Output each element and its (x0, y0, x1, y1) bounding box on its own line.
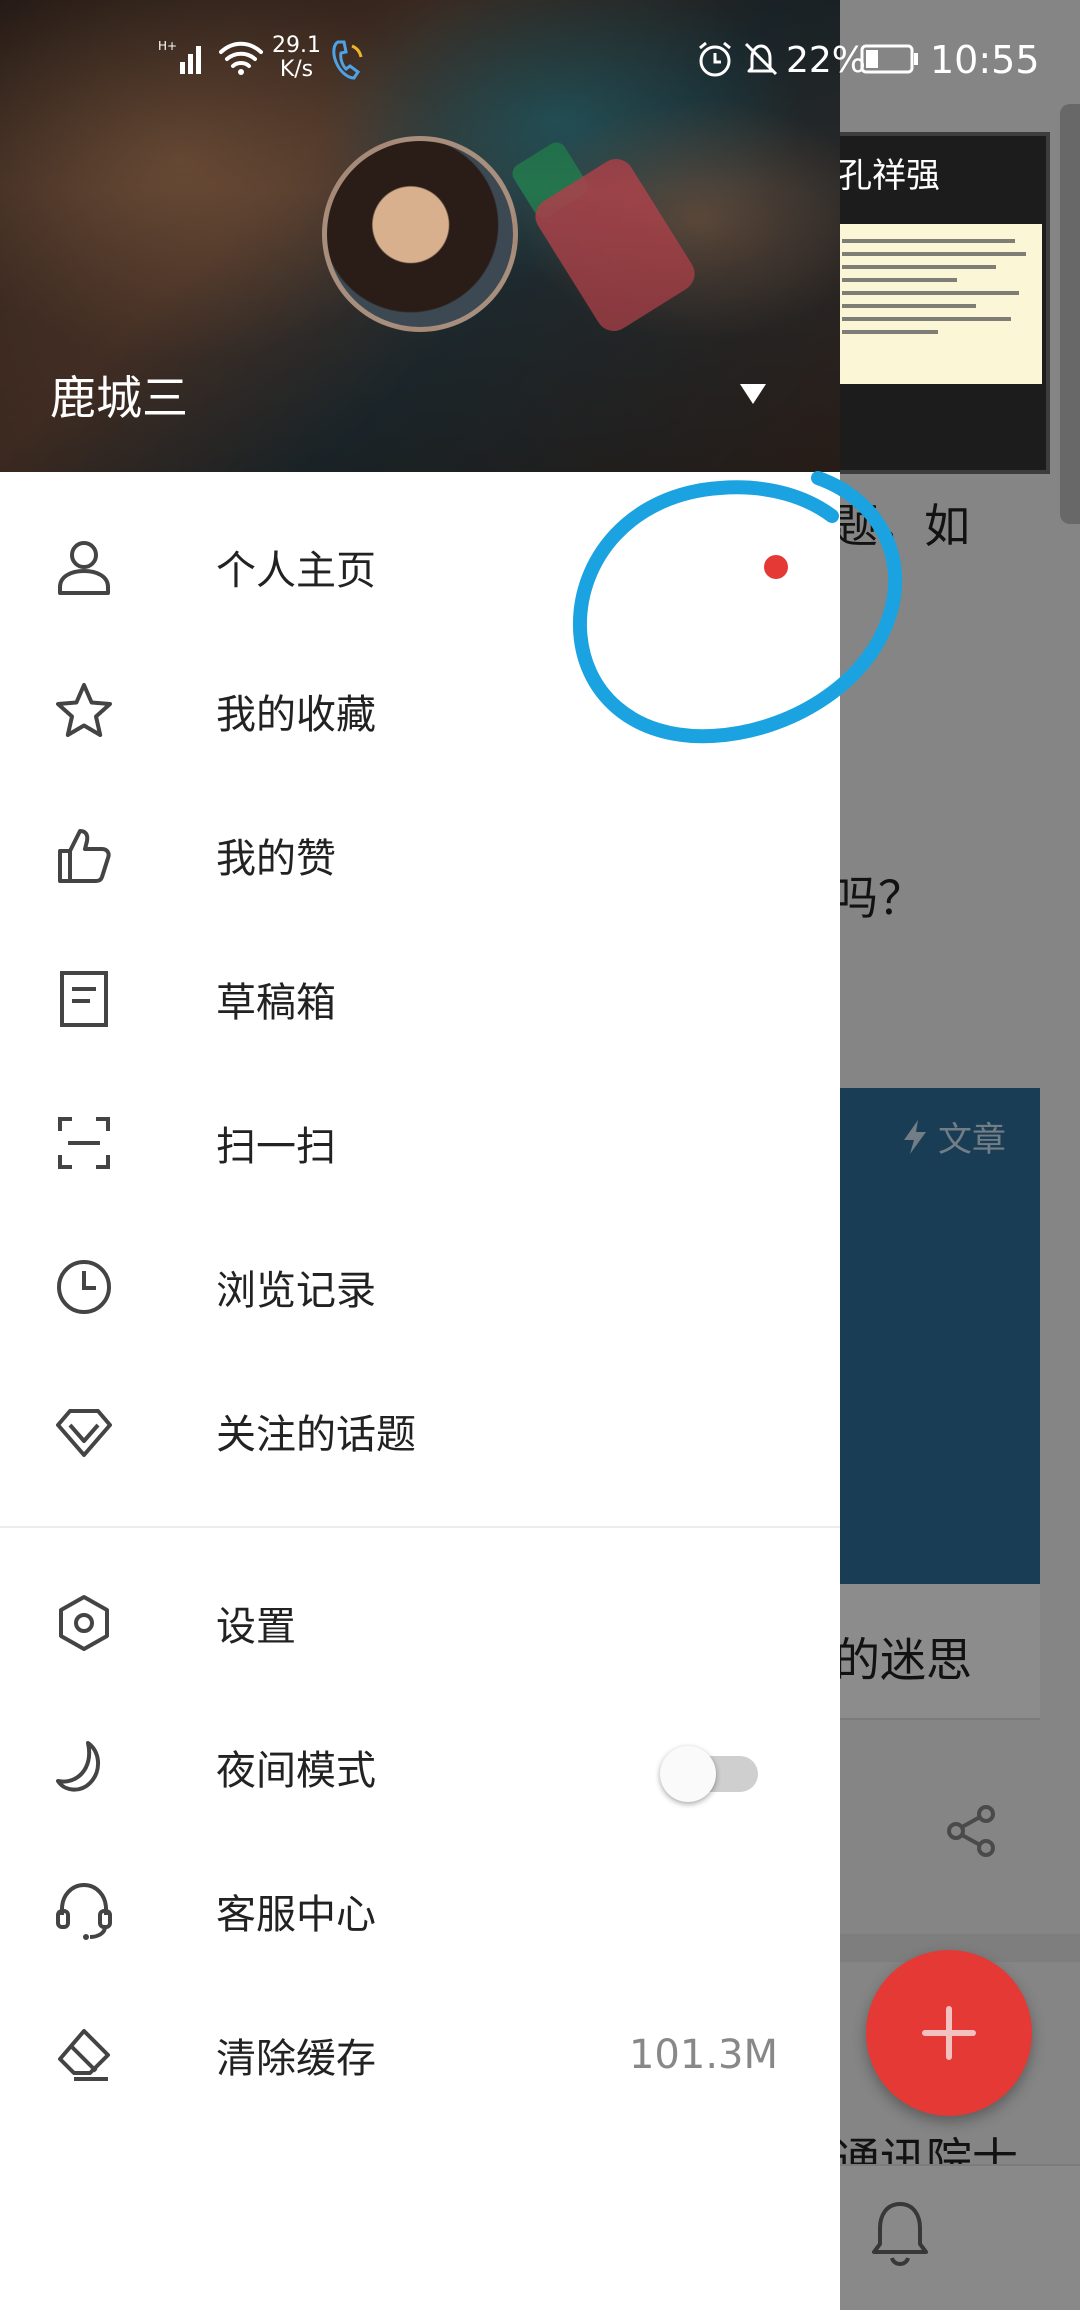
clock-time: 10:55 (930, 38, 1040, 82)
alarm-icon (696, 40, 734, 78)
compose-button[interactable] (866, 1950, 1032, 2116)
menu-item-settings[interactable]: 设置 (0, 1558, 840, 1688)
moon-icon (52, 1735, 116, 1799)
menu-item-profile[interactable]: 个人主页 (0, 502, 840, 632)
mute-icon (742, 40, 780, 78)
menu-divider (0, 1526, 840, 1528)
menu-item-label: 我的赞 (216, 836, 336, 882)
headset-icon (52, 1879, 116, 1943)
scan-icon (52, 1111, 116, 1175)
battery-percent: 22% (786, 40, 867, 81)
menu-item-topics[interactable]: 关注的话题 (0, 1366, 840, 1496)
menu-item-favorites[interactable]: 我的收藏 (0, 646, 840, 776)
menu-item-likes[interactable]: 我的赞 (0, 790, 840, 920)
call-app-icon (330, 38, 364, 82)
star-icon (52, 679, 116, 743)
menu-item-label: 浏览记录 (216, 1268, 376, 1314)
status-bar: H+ 29.1 K/s 22% 10:55 (0, 0, 1080, 104)
menu-item-support[interactable]: 客服中心 (0, 1846, 840, 1976)
menu-item-label: 扫一扫 (216, 1124, 336, 1170)
menu-item-label: 设置 (216, 1604, 296, 1650)
thumbs-up-icon (52, 823, 116, 887)
thumbnail-title: 孔祥强 (838, 156, 940, 196)
eraser-icon (52, 2023, 116, 2087)
menu-item-history[interactable]: 浏览记录 (0, 1222, 840, 1352)
notification-dot (764, 555, 788, 579)
menu-item-label: 清除缓存 (216, 2036, 376, 2082)
settings-hexagon-icon (52, 1591, 116, 1655)
svg-text:H+: H+ (158, 39, 177, 53)
chevron-down-icon[interactable] (738, 382, 768, 406)
menu-item-label: 夜间模式 (216, 1748, 376, 1794)
menu-item-label: 客服中心 (216, 1892, 376, 1938)
username[interactable]: 鹿城三 (50, 362, 188, 428)
clock-icon (52, 1255, 116, 1319)
menu-item-clear-cache[interactable]: 清除缓存 101.3M (0, 1990, 840, 2120)
menu-item-label: 关注的话题 (216, 1412, 416, 1458)
thumbnail-document-preview (834, 224, 1042, 384)
toggle-knob (660, 1746, 716, 1802)
network-speed: 29.1 K/s (272, 34, 321, 82)
plus-icon (922, 2006, 976, 2060)
menu-item-drafts[interactable]: 草稿箱 (0, 934, 840, 1064)
avatar[interactable] (322, 136, 518, 332)
screenshot-thumbnail[interactable]: 孔祥强 (822, 132, 1050, 474)
navigation-drawer: 鹿城三 个人主页 我的收藏 我的赞 草稿箱 扫一扫 浏览记录 关注的话题 设置 … (0, 0, 840, 2310)
network-speed-value: 29.1 (272, 33, 321, 58)
menu-item-label: 个人主页 (216, 548, 376, 594)
battery-icon (860, 44, 920, 74)
wifi-icon (218, 40, 264, 76)
diamond-icon (52, 1399, 116, 1463)
cache-size-value: 101.3M (628, 2032, 778, 2078)
network-speed-unit: K/s (279, 57, 314, 82)
person-icon (52, 535, 116, 599)
menu-item-label: 草稿箱 (216, 980, 336, 1026)
menu-item-label: 我的收藏 (216, 692, 376, 738)
signal-icon: H+ (158, 36, 206, 76)
menu-item-scan[interactable]: 扫一扫 (0, 1078, 840, 1208)
night-mode-toggle[interactable] (660, 1740, 760, 1802)
draft-icon (52, 967, 116, 1031)
